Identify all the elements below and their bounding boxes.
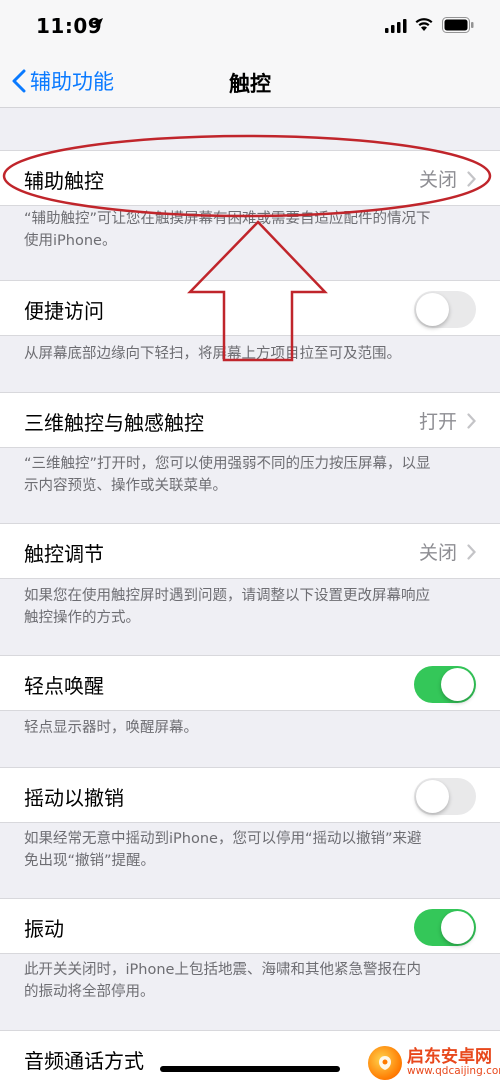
cellular-signal-icon [385, 19, 407, 33]
navigation-bar: 辅助功能 触控 [0, 56, 500, 108]
toggle-knob [441, 911, 474, 944]
3d-touch-row[interactable]: 三维触控与触感触控 打开 [0, 392, 500, 448]
row-value: 关闭 [418, 169, 457, 191]
toggle-knob [441, 668, 474, 701]
assistive-touch-row[interactable]: 辅助触控 关闭 [0, 150, 500, 206]
location-arrow-icon [91, 18, 103, 30]
watermark: 启东安卓网 www.qdcaijing.com [368, 1046, 500, 1080]
row-value: 关闭 [418, 542, 457, 564]
footer-line: 示内容预览、操作或关联菜单。 [24, 478, 227, 494]
footer-line: 从屏幕底部边缘向下轻扫，将屏幕上方项目拉至可及范围。 [24, 346, 401, 362]
watermark-url: www.qdcaijing.com [407, 1065, 500, 1078]
footer-line: 免出现“撤销”提醒。 [24, 853, 156, 869]
wifi-icon [415, 18, 433, 31]
footer-line: 如果您在使用触控屏时遇到问题，请调整以下设置更改屏幕响应 [24, 588, 430, 604]
row-detail: 关闭 [419, 538, 476, 565]
row-label: 音频通话方式 [24, 1049, 144, 1073]
touch-accommodations-footer: 如果您在使用触控屏时遇到问题，请调整以下设置更改屏幕响应 触控操作的方式。 [24, 585, 478, 629]
row-value: 打开 [418, 411, 457, 433]
row-label: 触控调节 [24, 542, 104, 566]
shake-to-undo-footer: 如果经常无意中摇动到iPhone，您可以停用“摇动以撤销”来避 免出现“撤销”提… [24, 828, 478, 872]
status-bar: 11:09 [0, 0, 500, 56]
chevron-right-icon [467, 170, 476, 187]
vibration-toggle[interactable] [414, 909, 476, 946]
shake-to-undo-row: 摇动以撤销 [0, 767, 500, 823]
shake-to-undo-toggle[interactable] [414, 778, 476, 815]
toggle-knob [416, 780, 449, 813]
row-label: 辅助触控 [24, 169, 104, 193]
row-detail: 打开 [419, 407, 476, 434]
watermark-logo-icon [368, 1046, 402, 1080]
tap-to-wake-footer: 轻点显示器时，唤醒屏幕。 [24, 717, 478, 739]
reachability-footer: 从屏幕底部边缘向下轻扫，将屏幕上方项目拉至可及范围。 [24, 343, 478, 365]
touch-accommodations-row[interactable]: 触控调节 关闭 [0, 523, 500, 579]
row-detail: 关闭 [419, 165, 476, 192]
chevron-right-icon [467, 412, 476, 429]
toggle-knob [416, 293, 449, 326]
row-label: 摇动以撤销 [24, 786, 124, 810]
footer-line: 如果经常无意中摇动到iPhone，您可以停用“摇动以撤销”来避 [24, 831, 422, 847]
footer-line: “辅助触控”可让您在触摸屏幕有困难或需要自适应配件的情况下 [24, 211, 431, 227]
footer-line: 轻点显示器时，唤醒屏幕。 [24, 720, 198, 736]
footer-line: 使用iPhone。 [24, 233, 117, 249]
battery-icon [442, 17, 474, 33]
tap-to-wake-toggle[interactable] [414, 666, 476, 703]
row-label: 三维触控与触感触控 [24, 411, 204, 435]
reachability-toggle[interactable] [414, 291, 476, 328]
footer-line: 的振动将全部停用。 [24, 984, 155, 1000]
assistive-touch-footer: “辅助触控”可让您在触摸屏幕有困难或需要自适应配件的情况下 使用iPhone。 [24, 208, 478, 252]
footer-line: “三维触控”打开时，您可以使用强弱不同的压力按压屏幕，以显 [24, 456, 431, 472]
chevron-right-icon [467, 543, 476, 560]
vibration-row: 振动 [0, 898, 500, 954]
footer-line: 触控操作的方式。 [24, 610, 140, 626]
row-label: 轻点唤醒 [24, 674, 104, 698]
home-indicator [160, 1066, 340, 1072]
tap-to-wake-row: 轻点唤醒 [0, 655, 500, 711]
watermark-title: 启东安卓网 [407, 1046, 492, 1067]
footer-line: 此开关关闭时，iPhone上包括地震、海啸和其他紧急警报在内 [24, 962, 421, 978]
row-label: 振动 [24, 917, 64, 941]
row-label: 便捷访问 [24, 299, 104, 323]
vibration-footer: 此开关关闭时，iPhone上包括地震、海啸和其他紧急警报在内 的振动将全部停用。 [24, 959, 478, 1003]
watermark-text: 启东安卓网 www.qdcaijing.com [407, 1046, 500, 1078]
3d-touch-footer: “三维触控”打开时，您可以使用强弱不同的压力按压屏幕，以显 示内容预览、操作或关… [24, 453, 478, 497]
reachability-row: 便捷访问 [0, 280, 500, 336]
page-title: 触控 [229, 72, 271, 96]
